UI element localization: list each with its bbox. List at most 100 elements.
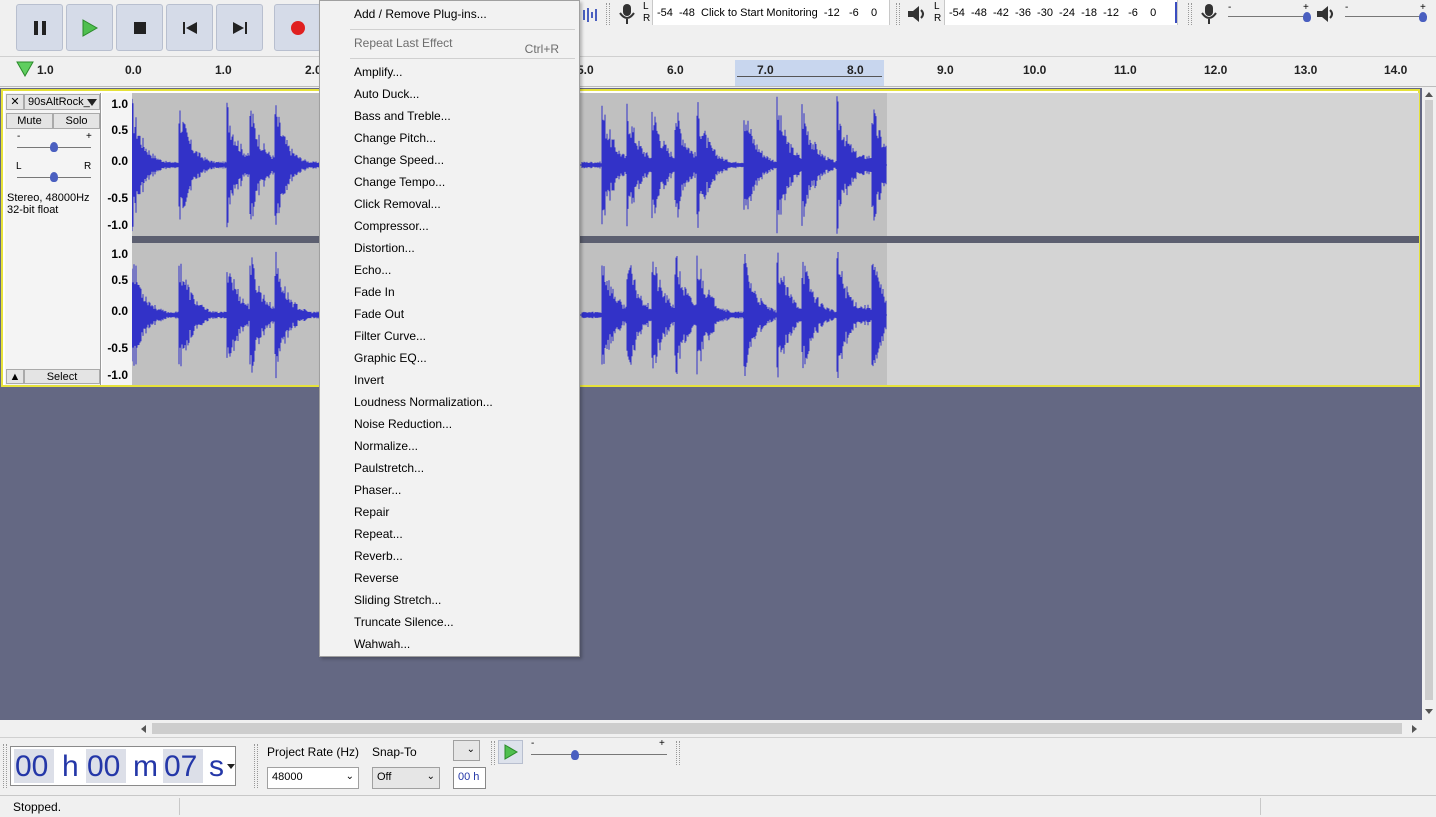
speaker-icon[interactable]: [906, 4, 928, 24]
record-volume-slider[interactable]: [1228, 16, 1310, 17]
chevron-down-icon: ⌄: [426, 771, 435, 782]
toolbar-grip[interactable]: [606, 3, 610, 25]
record-meter[interactable]: -54 -48 Click to Start Monitoring -12 -6…: [652, 0, 890, 25]
track-control-panel: ✕ 90sAltRock_ Mute Solo - + L R Stereo, …: [5, 93, 101, 385]
playback-volume-slider[interactable]: [1345, 16, 1427, 17]
toolbar-grip[interactable]: [254, 744, 258, 788]
toolbar-grip[interactable]: [491, 741, 495, 765]
track-name-menu[interactable]: 90sAltRock_: [24, 94, 100, 110]
solo-button[interactable]: Solo: [53, 113, 100, 129]
ruler-tick-label: 10.0: [1023, 63, 1047, 77]
menu-item-change-tempo[interactable]: Change Tempo...: [354, 175, 445, 189]
menu-item-click-removal[interactable]: Click Removal...: [354, 197, 441, 211]
menu-item-repeat-last-effect[interactable]: Repeat Last Effect: [354, 36, 453, 50]
collapse-track-button[interactable]: ▲: [6, 369, 24, 384]
playback-meter[interactable]: -54 -48 -42 -36 -30 -24 -18 -12 -6 0: [944, 0, 1178, 25]
microphone-icon[interactable]: [618, 3, 636, 25]
play-speed-slider[interactable]: [531, 754, 667, 755]
play-speed-thumb[interactable]: [571, 750, 579, 760]
amplitude-label: 0.5: [111, 273, 128, 287]
menu-item-paulstretch[interactable]: Paulstretch...: [354, 461, 424, 475]
play-button[interactable]: [66, 4, 113, 51]
gain-slider-thumb[interactable]: [50, 142, 58, 152]
play-head-triangle-icon[interactable]: [16, 61, 34, 77]
vertical-scroll-thumb[interactable]: [1425, 100, 1433, 700]
menu-item-repeat[interactable]: Repeat...: [354, 527, 403, 541]
toolbar-grip[interactable]: [1188, 3, 1192, 25]
menu-item-fade-out[interactable]: Fade Out: [354, 307, 404, 321]
ruler-tick-label: 11.0: [1114, 63, 1137, 77]
menu-item-distortion[interactable]: Distortion...: [354, 241, 415, 255]
track-format: Stereo, 48000Hz: [7, 192, 90, 204]
selection-start-time[interactable]: 00 h: [453, 767, 486, 789]
menu-item-fade-in[interactable]: Fade In: [354, 285, 395, 299]
skip-to-start-button[interactable]: [166, 4, 213, 51]
ruler-selection-line: [737, 76, 882, 77]
ruler-tick-label: 12.0: [1204, 63, 1228, 77]
menu-item-reverb[interactable]: Reverb...: [354, 549, 403, 563]
menu-item-repair[interactable]: Repair: [354, 505, 389, 519]
time-format-dropdown-icon[interactable]: [227, 764, 235, 770]
menu-item-noise-reduction[interactable]: Noise Reduction...: [354, 417, 452, 431]
skip-to-end-button[interactable]: [216, 4, 263, 51]
menu-item-truncate-silence[interactable]: Truncate Silence...: [354, 615, 454, 629]
toolbar-grip[interactable]: [676, 741, 680, 765]
pause-icon: [33, 20, 46, 35]
status-divider: [1260, 798, 1261, 815]
mute-button[interactable]: Mute: [6, 113, 53, 129]
scroll-left-icon[interactable]: [139, 724, 147, 734]
horizontal-scrollbar[interactable]: [136, 721, 1422, 736]
play-meter-cursor: [1174, 2, 1177, 23]
menu-item-auto-duck[interactable]: Auto Duck...: [354, 87, 419, 101]
track-area[interactable]: ✕ 90sAltRock_ Mute Solo - + L R Stereo, …: [0, 88, 1422, 720]
project-rate-select[interactable]: 48000 ⌄: [267, 767, 359, 789]
time-hours: 00: [15, 750, 49, 783]
menu-item-filter-curve[interactable]: Filter Curve...: [354, 329, 426, 343]
timeline-ruler[interactable]: 1.0 0.0 1.0 2.0 5.0 6.0 7.0 8.0 9.0 10.0 11.0 12.0…: [0, 57, 1436, 87]
scroll-up-icon[interactable]: [1424, 90, 1434, 98]
amplitude-label: 1.0: [111, 97, 128, 111]
effect-menu: Add / Remove Plug-ins... Repeat Last Eff…: [319, 0, 580, 657]
selection-mode-select[interactable]: ⌄: [453, 740, 480, 761]
menu-item-phaser[interactable]: Phaser...: [354, 483, 401, 497]
playback-volume-thumb[interactable]: [1419, 12, 1427, 22]
select-track-button[interactable]: Select: [24, 369, 100, 384]
menu-item-bass-and-treble[interactable]: Bass and Treble...: [354, 109, 451, 123]
menu-item-change-speed[interactable]: Change Speed...: [354, 153, 444, 167]
toolbar-grip[interactable]: [3, 744, 7, 788]
snap-to-select[interactable]: Off ⌄: [372, 767, 440, 789]
menu-item-reverse[interactable]: Reverse: [354, 571, 399, 585]
menu-item-amplify[interactable]: Amplify...: [354, 65, 402, 79]
menu-item-change-pitch[interactable]: Change Pitch...: [354, 131, 436, 145]
amplitude-ruler: 1.0 0.5 0.0 -0.5 -1.0 1.0 0.5 0.0 -0.5 -1.0: [102, 93, 132, 385]
play-meter-l: L: [934, 1, 940, 12]
vertical-scrollbar[interactable]: [1422, 88, 1436, 720]
menu-item-loudness-normalization[interactable]: Loudness Normalization...: [354, 395, 493, 409]
toolbar-grip[interactable]: [896, 3, 900, 25]
menu-item-compressor[interactable]: Compressor...: [354, 219, 429, 233]
time-display[interactable]: 00 h 00 m 07 s: [10, 746, 236, 786]
stop-icon: [133, 21, 146, 34]
playback-volume-minus: -: [1345, 2, 1349, 13]
menu-item-invert[interactable]: Invert: [354, 373, 384, 387]
record-volume-minus: -: [1228, 2, 1232, 13]
menu-item-wahwah[interactable]: Wahwah...: [354, 637, 410, 651]
menu-item-normalize[interactable]: Normalize...: [354, 439, 418, 453]
record-button[interactable]: [274, 4, 321, 51]
stop-button[interactable]: [116, 4, 163, 51]
scroll-down-icon[interactable]: [1424, 708, 1434, 716]
ruler-tick-label: 8.0: [847, 63, 864, 77]
track-bit-depth: 32-bit float: [7, 204, 59, 216]
scroll-right-icon[interactable]: [1411, 724, 1419, 734]
horizontal-scroll-thumb[interactable]: [152, 723, 1402, 734]
play-at-speed-button[interactable]: [498, 740, 523, 764]
pan-slider-thumb[interactable]: [50, 172, 58, 182]
record-volume-thumb[interactable]: [1303, 12, 1311, 22]
close-track-button[interactable]: ✕: [6, 94, 24, 110]
menu-item-graphic-eq[interactable]: Graphic EQ...: [354, 351, 427, 365]
pause-button[interactable]: [16, 4, 63, 51]
audio-track[interactable]: ✕ 90sAltRock_ Mute Solo - + L R Stereo, …: [1, 89, 1420, 387]
menu-item-sliding-stretch[interactable]: Sliding Stretch...: [354, 593, 441, 607]
menu-item-echo[interactable]: Echo...: [354, 263, 391, 277]
menu-item-add-remove-plugins[interactable]: Add / Remove Plug-ins...: [354, 7, 487, 21]
